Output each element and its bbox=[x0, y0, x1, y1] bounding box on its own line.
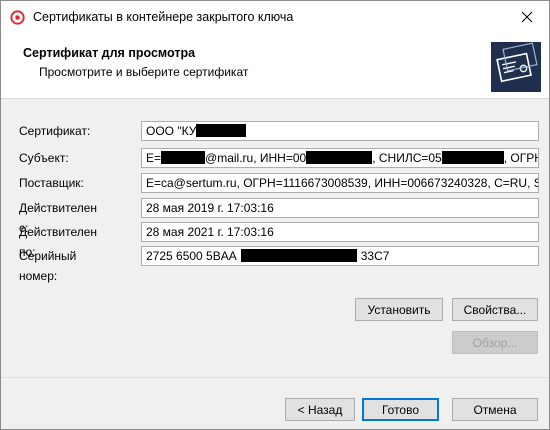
certificate-value: ООО "КУ bbox=[146, 124, 197, 138]
back-button[interactable]: < Назад bbox=[285, 398, 355, 421]
redaction-bar bbox=[240, 249, 357, 262]
serial-part-1: 2725 6500 5BAA bbox=[146, 249, 237, 263]
wizard-header: Сертификат для просмотра Просмотрите и в… bbox=[1, 33, 549, 99]
issuer-field[interactable]: E=ca@sertum.ru, ОГРН=1116673008539, ИНН=… bbox=[141, 173, 539, 193]
header-subtitle: Просмотрите и выберите сертификат bbox=[39, 65, 249, 79]
close-button[interactable] bbox=[505, 1, 549, 33]
subject-part-4: , ОГРН bbox=[503, 151, 539, 165]
subject-part-1: E= bbox=[146, 151, 162, 165]
close-icon bbox=[521, 11, 533, 23]
window-title: Сертификаты в контейнере закрытого ключа bbox=[33, 10, 294, 24]
install-button[interactable]: Установить bbox=[355, 298, 443, 321]
footer-divider bbox=[1, 377, 549, 378]
valid-to-field[interactable]: 28 мая 2021 г. 17:03:16 bbox=[141, 222, 539, 242]
valid-to-label: Действителен по: bbox=[19, 225, 98, 259]
issuer-label: Поставщик: bbox=[19, 176, 84, 190]
valid-from-field[interactable]: 28 мая 2019 г. 17:03:16 bbox=[141, 198, 539, 218]
serial-field[interactable]: 2725 6500 5BAA 33C7 bbox=[141, 246, 539, 266]
properties-button[interactable]: Свойства... bbox=[452, 298, 538, 321]
redaction-bar bbox=[161, 151, 206, 164]
subject-label: Субъект: bbox=[19, 151, 69, 165]
certificate-icon bbox=[491, 42, 541, 92]
dialog-window: Сертификаты в контейнере закрытого ключа… bbox=[0, 0, 550, 430]
valid-from-label: Действителен с: bbox=[19, 201, 98, 235]
redaction-bar bbox=[441, 151, 504, 164]
subject-field[interactable]: E= @mail.ru, ИНН=00 , СНИЛС=05 , ОГРН bbox=[141, 148, 539, 168]
subject-part-3: , СНИЛС=05 bbox=[372, 151, 442, 165]
cryptopro-logo-icon bbox=[10, 10, 25, 25]
header-title: Сертификат для просмотра bbox=[23, 46, 196, 60]
cancel-button[interactable]: Отмена bbox=[452, 398, 538, 421]
title-bar: Сертификаты в контейнере закрытого ключа bbox=[1, 1, 549, 33]
browse-button[interactable]: Обзор... bbox=[452, 331, 538, 354]
subject-part-2: @mail.ru, ИНН=00 bbox=[205, 151, 307, 165]
certificate-label: Сертификат: bbox=[19, 124, 91, 138]
serial-label: Серийный номер: bbox=[19, 249, 77, 283]
redaction-bar bbox=[196, 124, 247, 137]
finish-button[interactable]: Готово bbox=[362, 398, 439, 421]
certificate-field[interactable]: ООО "КУ bbox=[141, 121, 539, 141]
serial-part-2: 33C7 bbox=[360, 249, 390, 263]
redaction-bar bbox=[306, 151, 373, 164]
